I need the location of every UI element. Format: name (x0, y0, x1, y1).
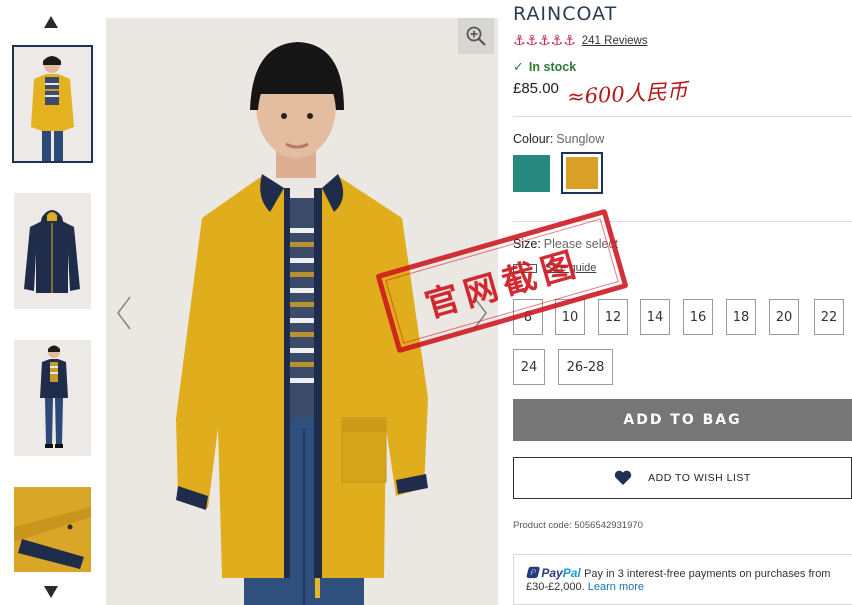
product-title: RAINCOAT (513, 3, 618, 25)
size-option-12[interactable]: 12 (598, 299, 628, 335)
paypal-line-1-text: Pay in 3 interest-free payments on purch… (584, 568, 831, 580)
paypal-line-2: £30-£2,000. Learn more (526, 581, 852, 594)
thumbnail-cuff-detail-image (14, 487, 91, 572)
heart-icon (614, 470, 632, 486)
stock-text: In stock (528, 60, 577, 74)
thumbnails-down-arrow-icon[interactable] (44, 586, 58, 598)
divider (513, 116, 852, 117)
wishlist-label: ADD TO WISH LIST (648, 472, 751, 484)
chevron-left-icon (117, 296, 131, 330)
paypal-line-1: 🅿 PayPal Pay in 3 interest-free payments… (526, 567, 852, 581)
thumbnail-detail-view[interactable] (14, 487, 91, 572)
handwritten-price-note: ≈600人民币 (566, 78, 689, 110)
add-to-wishlist-button[interactable]: ADD TO WISH LIST (513, 457, 852, 499)
colour-label: Colour: Sunglow (513, 132, 604, 146)
paypal-logo-pal: Pal (562, 566, 581, 580)
stock-status: ✓ In stock (513, 59, 576, 75)
size-option-16[interactable]: 16 (683, 299, 713, 335)
zoom-button[interactable] (458, 18, 494, 54)
anchor-rating-icons: ⚓⚓⚓⚓⚓ (513, 32, 576, 48)
check-icon: ✓ (513, 59, 524, 74)
size-option-24[interactable]: 24 (513, 349, 545, 385)
colour-value: Sunglow (556, 132, 605, 146)
size-option-18[interactable]: 18 (726, 299, 756, 335)
swatch-fill (566, 157, 598, 189)
thumbnail-gallery (0, 0, 100, 605)
paypal-logo: 🅿 PayPal (526, 566, 584, 580)
thumbnail-flat-lay[interactable] (14, 193, 91, 309)
thumbnail-navy-jacket-image (14, 193, 91, 309)
size-option-20[interactable]: 20 (769, 299, 799, 335)
size-option-22[interactable]: 22 (814, 299, 844, 335)
thumbnail-front-view[interactable] (12, 45, 93, 163)
price: £85.00 (513, 80, 559, 97)
previous-image-button[interactable] (114, 293, 134, 333)
colour-swatch-teal[interactable] (513, 155, 550, 192)
add-to-bag-button[interactable]: ADD TO BAG (513, 399, 852, 441)
thumbnail-model-front-image (14, 47, 91, 161)
size-option-26-28[interactable]: 26-28 (558, 349, 613, 385)
paypal-line-2-text: £30-£2,000. (526, 581, 585, 593)
paypal-logo-pay: Pay (541, 566, 563, 580)
thumbnail-full-length[interactable] (14, 340, 91, 456)
paypal-learn-more-link[interactable]: Learn more (588, 581, 644, 593)
thumbnails-up-arrow-icon[interactable] (44, 16, 58, 28)
zoom-in-icon (466, 26, 486, 46)
product-code: Product code: 5056542931970 (513, 520, 643, 531)
size-option-14[interactable]: 14 (640, 299, 670, 335)
rating-row: ⚓⚓⚓⚓⚓ 241 Reviews (513, 32, 648, 49)
thumbnail-model-full-image (14, 340, 91, 456)
paypal-p-icon: 🅿 (526, 566, 539, 580)
colour-label-text: Colour: (513, 132, 554, 146)
reviews-link[interactable]: 241 Reviews (582, 35, 648, 47)
colour-swatch-sunglow[interactable] (561, 152, 603, 194)
paypal-message: 🅿 PayPal Pay in 3 interest-free payments… (513, 554, 852, 605)
